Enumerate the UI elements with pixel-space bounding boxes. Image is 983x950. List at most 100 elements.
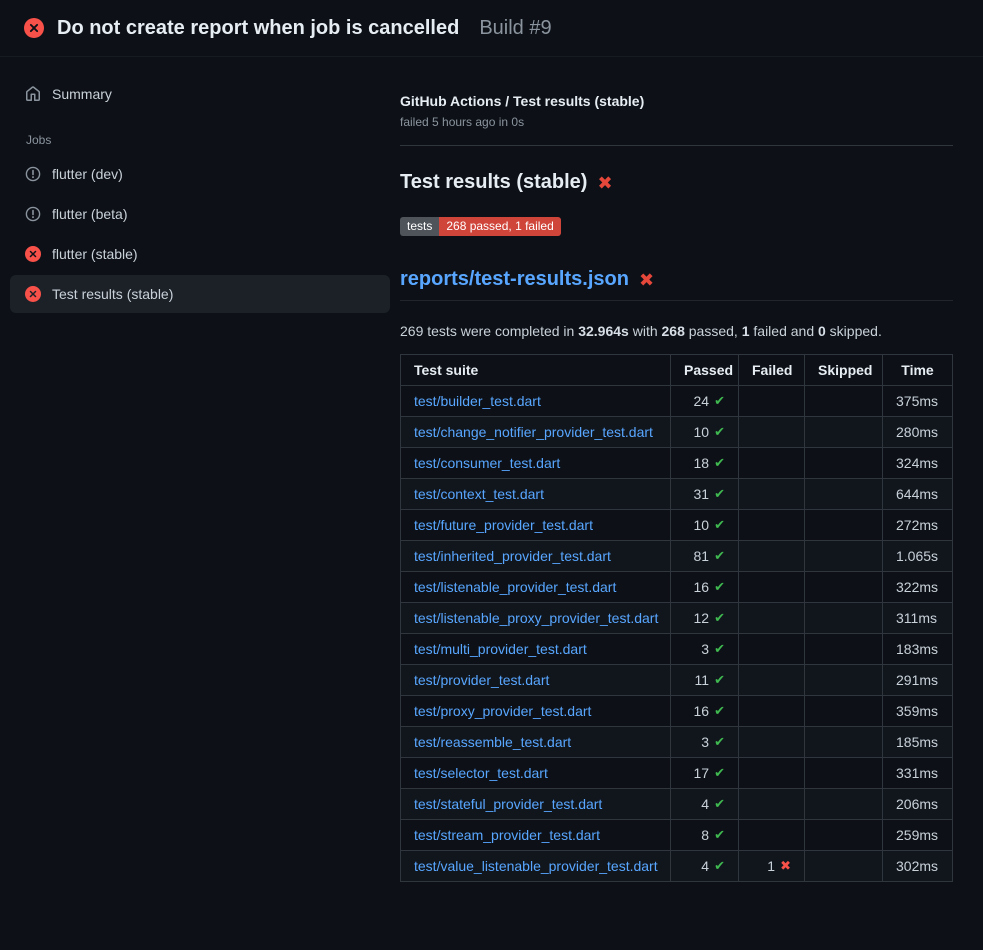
- test-suite-link[interactable]: test/future_provider_test.dart: [414, 517, 593, 533]
- test-suite-link[interactable]: test/stream_provider_test.dart: [414, 827, 600, 843]
- count-value: 12: [694, 610, 710, 626]
- build-number: Build #9: [479, 17, 551, 40]
- count-value: 24: [694, 393, 710, 409]
- neutral-status-icon: [25, 206, 41, 222]
- failed-cell: 1✖: [739, 851, 805, 882]
- count-value: 10: [694, 424, 710, 440]
- suite-cell: test/reassemble_test.dart: [401, 727, 671, 758]
- passed-cell: 18✔: [671, 448, 739, 479]
- sidebar-item-flutter-stable[interactable]: flutter (stable): [10, 235, 390, 273]
- table-row: test/value_listenable_provider_test.dart…: [401, 851, 953, 882]
- test-suite-link[interactable]: test/value_listenable_provider_test.dart: [414, 858, 658, 874]
- job-label: Test results (stable): [52, 286, 173, 302]
- test-suite-link[interactable]: test/provider_test.dart: [414, 672, 549, 688]
- time-cell: 1.065s: [883, 541, 953, 572]
- time-cell: 322ms: [883, 572, 953, 603]
- count-value: 16: [694, 579, 710, 595]
- test-suite-link[interactable]: test/multi_provider_test.dart: [414, 641, 587, 657]
- suite-cell: test/selector_test.dart: [401, 758, 671, 789]
- failed-x-circle-icon: [25, 246, 41, 262]
- check-icon: ✔: [714, 858, 725, 874]
- time-cell: 375ms: [883, 386, 953, 417]
- check-icon: ✔: [714, 734, 725, 750]
- sidebar-item-flutter-dev[interactable]: flutter (dev): [10, 155, 390, 193]
- suite-cell: test/builder_test.dart: [401, 386, 671, 417]
- time-cell: 324ms: [883, 448, 953, 479]
- test-suite-link[interactable]: test/proxy_provider_test.dart: [414, 703, 591, 719]
- test-summary-text: 269 tests were completed in 32.964s with…: [400, 323, 953, 339]
- count-value: 3: [701, 641, 709, 657]
- badge-label: tests: [400, 217, 439, 236]
- suite-cell: test/inherited_provider_test.dart: [401, 541, 671, 572]
- skipped-cell: [805, 479, 883, 510]
- test-suite-link[interactable]: test/builder_test.dart: [414, 393, 541, 409]
- time-cell: 311ms: [883, 603, 953, 634]
- sidebar-item-test-results-stable[interactable]: Test results (stable): [10, 275, 390, 313]
- report-file-link[interactable]: reports/test-results.json: [400, 268, 629, 291]
- test-suite-link[interactable]: test/consumer_test.dart: [414, 455, 560, 471]
- passed-cell: 16✔: [671, 572, 739, 603]
- suite-cell: test/consumer_test.dart: [401, 448, 671, 479]
- suite-cell: test/stateful_provider_test.dart: [401, 789, 671, 820]
- breadcrumb: GitHub Actions / Test results (stable): [400, 93, 953, 109]
- count-value: 17: [694, 765, 710, 781]
- check-icon: ✔: [714, 703, 725, 719]
- check-title: Test results (stable) ✖: [400, 171, 953, 194]
- table-row: test/listenable_provider_test.dart 16✔ 322…: [401, 572, 953, 603]
- job-label: flutter (dev): [52, 166, 123, 182]
- failed-x-icon: ✖: [597, 174, 612, 192]
- summary-failed-count: 1: [742, 323, 750, 339]
- check-icon: ✔: [714, 796, 725, 812]
- time-cell: 206ms: [883, 789, 953, 820]
- table-header-row: Test suite Passed Failed Skipped Time: [401, 355, 953, 386]
- skipped-cell: [805, 665, 883, 696]
- suite-cell: test/future_provider_test.dart: [401, 510, 671, 541]
- failed-cell: [739, 696, 805, 727]
- results-table-body: test/builder_test.dart24✔375mstest/chang…: [401, 386, 953, 882]
- table-row: test/context_test.dart31✔644ms: [401, 479, 953, 510]
- count-value: 4: [701, 858, 709, 874]
- column-header-time: Time: [883, 355, 953, 386]
- home-icon: [25, 86, 41, 102]
- test-suite-link[interactable]: test/inherited_provider_test.dart: [414, 548, 611, 564]
- suite-cell: test/provider_test.dart: [401, 665, 671, 696]
- summary-text: passed,: [685, 323, 742, 339]
- failed-cell: [739, 572, 805, 603]
- count-value: 4: [701, 796, 709, 812]
- check-icon: ✔: [714, 672, 725, 688]
- test-suite-link[interactable]: test/selector_test.dart: [414, 765, 548, 781]
- test-suite-link[interactable]: test/reassemble_test.dart: [414, 734, 571, 750]
- skipped-cell: [805, 789, 883, 820]
- failed-cell: [739, 603, 805, 634]
- count-value: 31: [694, 486, 710, 502]
- passed-cell: 11✔: [671, 665, 739, 696]
- summary-duration: 32.964s: [578, 323, 629, 339]
- time-cell: 259ms: [883, 820, 953, 851]
- test-suite-link[interactable]: test/listenable_proxy_provider_test.dart: [414, 610, 658, 626]
- check-title-text: Test results (stable): [400, 171, 587, 194]
- passed-cell: 10✔: [671, 417, 739, 448]
- sidebar-item-summary[interactable]: Summary: [10, 75, 390, 113]
- suite-cell: test/multi_provider_test.dart: [401, 634, 671, 665]
- suite-cell: test/listenable_provider_test.dart: [401, 572, 671, 603]
- sidebar-item-flutter-beta[interactable]: flutter (beta): [10, 195, 390, 233]
- table-row: test/change_notifier_provider_test.dart 1…: [401, 417, 953, 448]
- test-suite-link[interactable]: test/listenable_provider_test.dart: [414, 579, 616, 595]
- summary-skipped-count: 0: [818, 323, 826, 339]
- skipped-cell: [805, 603, 883, 634]
- time-cell: 272ms: [883, 510, 953, 541]
- failed-cell: [739, 510, 805, 541]
- run-title: Do not create report when job is cancell…: [57, 17, 459, 40]
- table-row: test/provider_test.dart11✔291ms: [401, 665, 953, 696]
- jobs-sidebar: Summary Jobs flutter (dev) flutter (beta…: [0, 57, 400, 315]
- check-icon: ✔: [714, 517, 725, 533]
- suite-cell: test/stream_provider_test.dart: [401, 820, 671, 851]
- check-icon: ✔: [714, 579, 725, 595]
- test-suite-link[interactable]: test/stateful_provider_test.dart: [414, 796, 602, 812]
- count-value: 11: [695, 672, 710, 688]
- check-icon: ✔: [714, 641, 725, 657]
- test-suite-link[interactable]: test/change_notifier_provider_test.dart: [414, 424, 653, 440]
- failed-cell: [739, 665, 805, 696]
- jobs-heading: Jobs: [26, 133, 390, 147]
- test-suite-link[interactable]: test/context_test.dart: [414, 486, 544, 502]
